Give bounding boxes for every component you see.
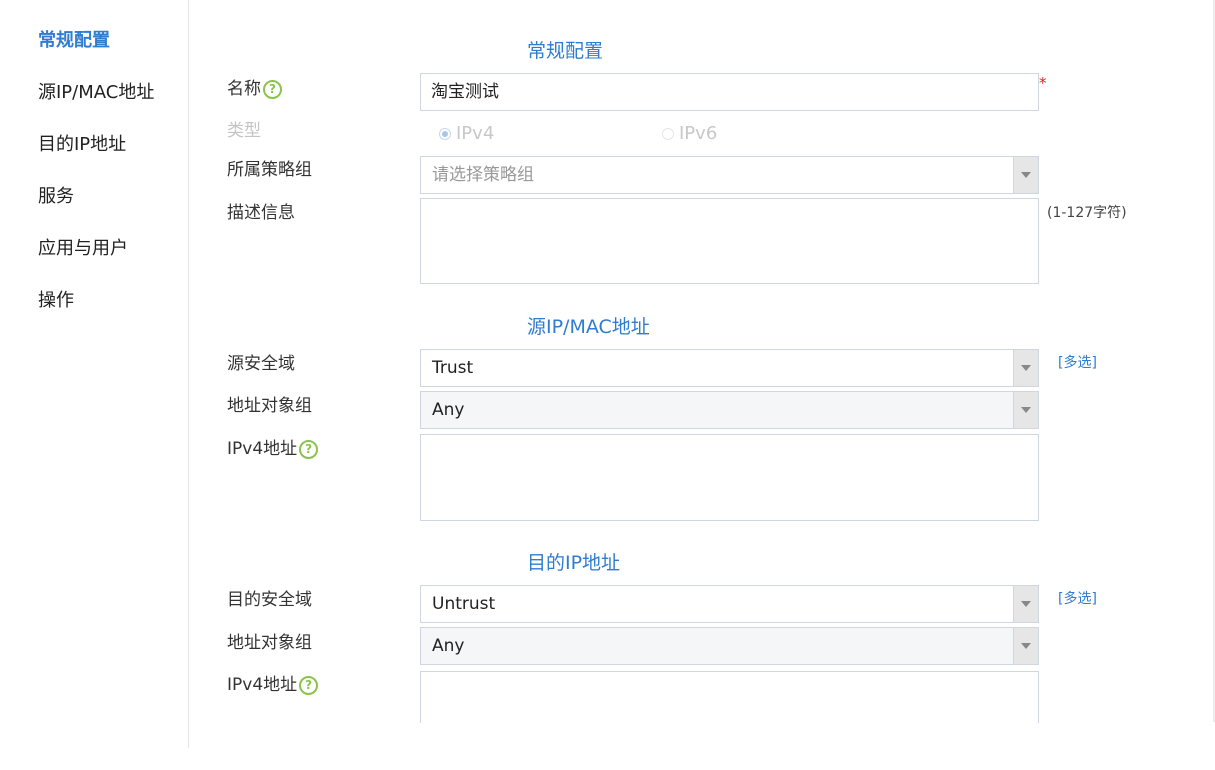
sidebar-nav: 常规配置 源IP/MAC地址 目的IP地址 服务 应用与用户 操作 bbox=[0, 0, 189, 748]
name-label-text: 名称 bbox=[227, 79, 261, 99]
sidebar-item-general-config[interactable]: 常规配置 bbox=[38, 26, 110, 52]
radio-unchecked-icon bbox=[662, 128, 674, 140]
description-hint: (1-127字符) bbox=[1047, 205, 1127, 221]
section-title-source: 源IP/MAC地址 bbox=[527, 316, 650, 338]
destination-zone-multi-select-link[interactable]: [多选] bbox=[1058, 588, 1097, 608]
source-zone-select[interactable]: Trust bbox=[420, 349, 1039, 387]
source-zone-multi-select-link[interactable]: [多选] bbox=[1058, 352, 1097, 372]
sidebar-item-app-and-user[interactable]: 应用与用户 bbox=[38, 234, 128, 260]
policy-form: 常规配置 名称? 淘宝测试 * 类型 IPv4 IPv6 所属策略组 请选择策略… bbox=[189, 0, 1215, 770]
chevron-down-icon[interactable] bbox=[1013, 157, 1038, 193]
section-title-general: 常规配置 bbox=[527, 40, 604, 62]
source-zone-label: 源安全域 bbox=[227, 354, 295, 374]
policy-group-select[interactable]: 请选择策略组 bbox=[420, 156, 1039, 194]
source-ipv4-textarea[interactable] bbox=[420, 434, 1039, 521]
destination-address-group-value: Any bbox=[432, 636, 465, 656]
source-zone-value: Trust bbox=[432, 358, 474, 378]
policy-group-placeholder: 请选择策略组 bbox=[432, 165, 534, 185]
destination-address-group-select[interactable]: Any bbox=[420, 627, 1039, 665]
destination-ipv4-textarea[interactable] bbox=[420, 671, 1039, 723]
destination-ipv4-label: IPv4地址? bbox=[227, 670, 319, 695]
required-mark: * bbox=[1039, 74, 1047, 92]
sidebar-item-source-ip-mac[interactable]: 源IP/MAC地址 bbox=[38, 78, 154, 104]
destination-address-group-label: 地址对象组 bbox=[227, 633, 312, 653]
destination-zone-select[interactable]: Untrust bbox=[420, 585, 1039, 623]
source-ipv4-label-text: IPv4地址 bbox=[227, 439, 298, 459]
help-icon[interactable]: ? bbox=[299, 439, 319, 459]
help-icon[interactable]: ? bbox=[299, 675, 319, 695]
source-address-group-select[interactable]: Any bbox=[420, 391, 1039, 429]
chevron-down-icon[interactable] bbox=[1013, 628, 1038, 664]
description-label: 描述信息 bbox=[227, 203, 295, 223]
destination-ipv4-label-text: IPv4地址 bbox=[227, 675, 298, 695]
chevron-down-icon[interactable] bbox=[1013, 392, 1038, 428]
type-radio-ipv4[interactable]: IPv4 bbox=[439, 123, 494, 144]
type-radio-ipv6-label: IPv6 bbox=[679, 123, 718, 144]
source-address-group-value: Any bbox=[432, 400, 465, 420]
name-input[interactable]: 淘宝测试 bbox=[420, 73, 1039, 111]
radio-checked-icon bbox=[439, 128, 451, 140]
chevron-down-icon[interactable] bbox=[1013, 350, 1038, 386]
description-textarea[interactable] bbox=[420, 198, 1039, 284]
help-icon[interactable]: ? bbox=[263, 79, 282, 99]
policy-group-label: 所属策略组 bbox=[227, 160, 312, 180]
name-label: 名称? bbox=[227, 74, 282, 99]
chevron-down-icon[interactable] bbox=[1013, 586, 1038, 622]
destination-zone-label: 目的安全域 bbox=[227, 590, 312, 610]
sidebar-item-service[interactable]: 服务 bbox=[38, 182, 74, 208]
sidebar-item-action[interactable]: 操作 bbox=[38, 286, 74, 312]
source-address-group-label: 地址对象组 bbox=[227, 396, 312, 416]
source-ipv4-label: IPv4地址? bbox=[227, 434, 319, 459]
type-radio-ipv6[interactable]: IPv6 bbox=[662, 123, 717, 144]
type-label: 类型 bbox=[227, 121, 261, 141]
type-radio-ipv4-label: IPv4 bbox=[456, 123, 495, 144]
sidebar-item-destination-ip[interactable]: 目的IP地址 bbox=[38, 130, 126, 156]
destination-zone-value: Untrust bbox=[432, 594, 496, 614]
section-title-destination: 目的IP地址 bbox=[527, 552, 621, 574]
